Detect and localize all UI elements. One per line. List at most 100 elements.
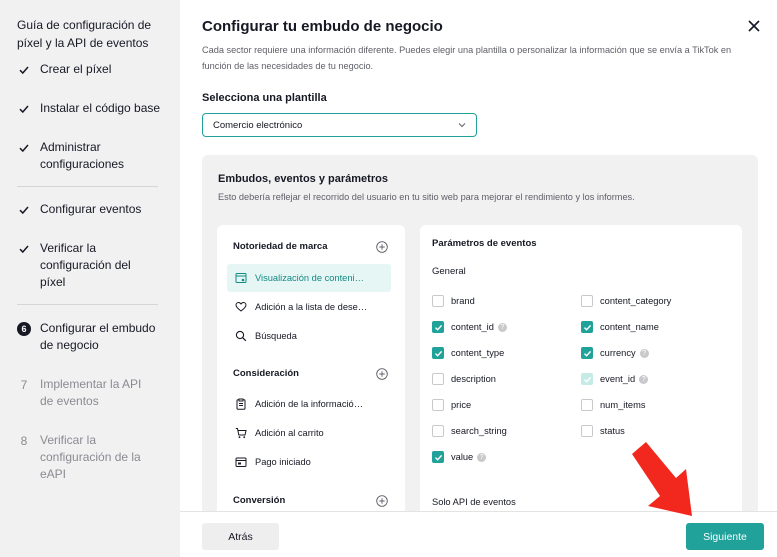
- group-consideracion: Consideración: [217, 364, 405, 384]
- param-status[interactable]: status: [581, 424, 625, 438]
- step-instalar-codigo[interactable]: Instalar el código base: [17, 100, 164, 117]
- heart-icon: [235, 301, 247, 313]
- info-icon[interactable]: ?: [477, 452, 487, 462]
- checkmark-icon: [17, 102, 31, 116]
- group-conversion: Conversión: [217, 491, 405, 511]
- funnel-panel: Embudos, eventos y parámetros Esto deber…: [202, 155, 758, 515]
- param-label: event_id: [600, 374, 636, 384]
- event-item-lista-deseos[interactable]: Adición a la lista de dese…: [227, 293, 391, 321]
- checkbox-checked[interactable]: [432, 321, 444, 333]
- param-price[interactable]: price: [432, 398, 471, 412]
- param-search-string[interactable]: search_string: [432, 424, 507, 438]
- step-label: Administrar configuraciones: [40, 140, 125, 171]
- checkmark-icon: [17, 63, 31, 77]
- add-circle-icon[interactable]: [376, 367, 388, 380]
- checkbox[interactable]: [432, 399, 444, 411]
- checkmark-icon: [17, 141, 31, 155]
- add-circle-icon[interactable]: [376, 240, 388, 253]
- clipboard-icon: [235, 398, 247, 410]
- checkbox[interactable]: [432, 425, 444, 437]
- param-label: search_string: [451, 426, 507, 436]
- checkmark-icon: [17, 242, 31, 256]
- checkbox[interactable]: [581, 295, 593, 307]
- group-notoriedad: Notoriedad de marca: [217, 237, 405, 257]
- param-description[interactable]: description: [432, 372, 496, 386]
- solo-api-label: Solo API de eventos: [432, 497, 516, 507]
- checkbox[interactable]: [581, 425, 593, 437]
- param-content-name[interactable]: content_name: [581, 320, 659, 334]
- event-item-adicion-informacion[interactable]: Adición de la informació…: [227, 390, 391, 418]
- step-label: Verificar la configuración de la eAPI: [40, 433, 141, 481]
- footer-bar: Atrás Siguiente: [180, 511, 777, 557]
- step-number: 7: [20, 377, 28, 392]
- step-verificar-pixel[interactable]: Verificar la configuración del píxel: [17, 240, 157, 291]
- param-currency[interactable]: currency ?: [581, 346, 649, 360]
- event-label: Adición al carrito: [255, 428, 324, 438]
- back-button[interactable]: Atrás: [202, 523, 279, 550]
- param-content-category[interactable]: content_category: [581, 294, 671, 308]
- checkbox-disabled-checked: [581, 373, 593, 385]
- template-select[interactable]: Comercio electrónico: [202, 113, 477, 137]
- param-num-items[interactable]: num_items: [581, 398, 645, 412]
- event-label: Búsqueda: [255, 331, 297, 341]
- event-item-pago-iniciado[interactable]: Pago iniciado: [227, 448, 391, 476]
- template-select-value: Comercio electrónico: [213, 119, 303, 131]
- step-label: Instalar el código base: [40, 101, 161, 115]
- checkbox[interactable]: [581, 399, 593, 411]
- params-general-label: General: [432, 266, 466, 277]
- checkout-icon: [235, 456, 247, 468]
- param-value[interactable]: value ?: [432, 450, 487, 464]
- funnel-events-list: Notoriedad de marca Visualización de con…: [217, 225, 405, 515]
- close-icon[interactable]: [747, 19, 761, 33]
- sidebar-divider: [17, 186, 158, 187]
- param-event-id: event_id ?: [581, 372, 649, 386]
- checkbox-checked[interactable]: [432, 451, 444, 463]
- step-crear-pixel[interactable]: Crear el píxel: [17, 61, 164, 78]
- step-configurar-embudo[interactable]: 6 Configurar el embudo de negocio: [17, 320, 157, 354]
- step-label: Configurar el embudo de negocio: [40, 321, 156, 352]
- param-label: num_items: [600, 400, 646, 410]
- step-verificar-eapi[interactable]: 8 Verificar la configuración de la eAPI: [17, 432, 147, 483]
- next-button[interactable]: Siguiente: [686, 523, 764, 550]
- param-content-type[interactable]: content_type: [432, 346, 504, 360]
- event-label: Adición a la lista de dese…: [255, 302, 368, 312]
- step-number: 8: [20, 433, 28, 448]
- page-subtitle: Cada sector requiere una información dif…: [202, 45, 732, 71]
- cart-icon: [235, 427, 247, 439]
- event-item-adicion-carrito[interactable]: Adición al carrito: [227, 419, 391, 447]
- step-label: Verificar la configuración del píxel: [40, 241, 131, 289]
- checkbox-checked[interactable]: [581, 321, 593, 333]
- event-item-busqueda[interactable]: Búsqueda: [227, 322, 391, 350]
- param-label: content_name: [600, 322, 659, 332]
- step-label: Configurar eventos: [40, 202, 142, 216]
- param-label: status: [600, 426, 625, 436]
- sidebar-divider: [17, 304, 158, 305]
- param-brand[interactable]: brand: [432, 294, 475, 308]
- add-circle-icon[interactable]: [376, 494, 388, 507]
- checkbox-checked[interactable]: [432, 347, 444, 359]
- view-content-icon: [235, 272, 247, 284]
- info-icon[interactable]: ?: [639, 374, 649, 384]
- param-label: price: [451, 400, 472, 410]
- step-implementar-api[interactable]: 7 Implementar la API de eventos: [17, 376, 157, 410]
- checkbox[interactable]: [432, 373, 444, 385]
- event-parameters-card: Parámetros de eventos General brand cont…: [420, 225, 742, 515]
- param-content-id[interactable]: content_id ?: [432, 320, 507, 334]
- search-icon: [235, 330, 247, 342]
- info-icon[interactable]: ?: [639, 348, 649, 358]
- info-icon[interactable]: ?: [497, 322, 507, 332]
- event-label: Pago iniciado: [255, 457, 311, 467]
- param-label: description: [451, 374, 496, 384]
- panel-title: Embudos, eventos y parámetros: [218, 173, 388, 185]
- step-configurar-eventos[interactable]: Configurar eventos: [17, 201, 164, 218]
- checkbox-checked[interactable]: [581, 347, 593, 359]
- page-title: Configurar tu embudo de negocio: [202, 18, 443, 35]
- event-item-visualizacion[interactable]: Visualización de conteni…: [227, 264, 391, 292]
- setup-guide-sidebar: Guía de configuración de píxel y la API …: [0, 0, 180, 557]
- group-label: Consideración: [233, 368, 299, 379]
- checkbox[interactable]: [432, 295, 444, 307]
- main-content: Configurar tu embudo de negocio Cada sec…: [180, 0, 777, 557]
- param-label: content_type: [451, 348, 505, 358]
- step-administrar-config[interactable]: Administrar configuraciones: [17, 139, 137, 173]
- event-label: Adición de la informació…: [255, 399, 363, 409]
